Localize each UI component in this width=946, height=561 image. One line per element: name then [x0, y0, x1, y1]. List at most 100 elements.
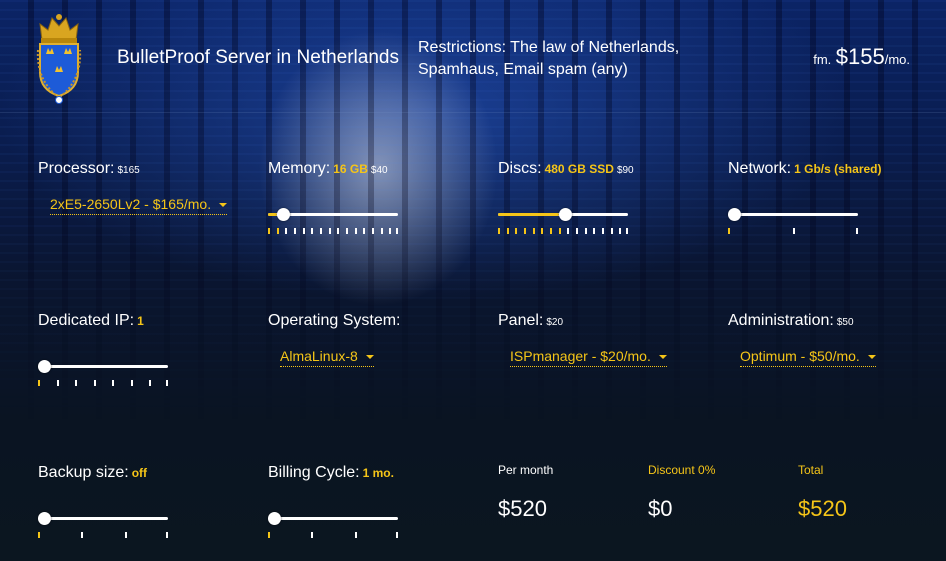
slider-tick: [166, 532, 168, 538]
chevron-down-icon: [219, 203, 228, 208]
slider-tick: [550, 228, 552, 234]
slider-tick: [38, 380, 40, 386]
slider-tick: [276, 228, 279, 234]
processor-price: $165: [117, 165, 140, 176]
slider-tick: [558, 228, 561, 234]
dedicated-ip-slider[interactable]: [38, 360, 170, 389]
processor-label: Processor: $165: [38, 160, 140, 178]
slider-tick: [389, 228, 392, 234]
backup-size-label-text: Backup size:: [38, 464, 129, 481]
slider-tick: [268, 228, 270, 234]
administration-selected: Optimum - $50/mo.: [740, 348, 860, 364]
header-divider: [0, 112, 946, 113]
slider-tick: [619, 228, 622, 234]
operating-system-label: Operating System:: [268, 312, 401, 330]
dedicated-ip-value: 1: [137, 314, 144, 328]
restrictions-text: Restrictions: The law of Netherlands, Sp…: [418, 39, 680, 78]
slider-tick: [856, 228, 858, 234]
slider-tick: [372, 228, 374, 234]
chevron-down-icon: [658, 355, 667, 360]
slider-tick: [380, 228, 383, 234]
slider-tick: [38, 532, 40, 538]
slider-fill: [268, 213, 277, 216]
slider-tick: [311, 228, 314, 234]
slider-track[interactable]: [268, 517, 398, 520]
slider-tick: [626, 228, 628, 234]
slider-tick: [728, 228, 730, 234]
dedicated-ip-label: Dedicated IP: 1: [38, 312, 144, 330]
network-slider[interactable]: [728, 208, 860, 237]
slider-tick: [576, 228, 578, 234]
slider-tick: [93, 380, 96, 386]
slider-tick: [130, 380, 133, 386]
administration-label: Administration: $50: [728, 312, 854, 330]
discount-label: Discount 0%: [648, 463, 716, 477]
processor-dropdown[interactable]: 2xE5-2650Lv2 - $165/mo.: [50, 196, 228, 215]
slider-thumb[interactable]: [38, 512, 51, 525]
panel-label-text: Panel:: [498, 312, 544, 329]
memory-slider[interactable]: [268, 208, 400, 237]
slider-tick: [294, 228, 296, 234]
slider-tick: [396, 228, 398, 234]
slider-tick: [506, 228, 509, 234]
price-suffix: /mo.: [884, 52, 910, 67]
slider-track[interactable]: [38, 517, 168, 520]
slider-track[interactable]: [38, 365, 168, 368]
page-title: BulletProof Server in Netherlands: [117, 47, 399, 68]
slider-tick: [354, 532, 357, 538]
operating-system-selected: AlmaLinux-8: [280, 348, 358, 364]
starting-price: fm. $155/mo.: [813, 44, 910, 70]
slider-tick: [328, 228, 331, 234]
slider-tick: [320, 228, 322, 234]
backup-size-slider[interactable]: [38, 512, 170, 541]
memory-price: $40: [370, 165, 388, 176]
slider-tick: [75, 380, 78, 386]
slider-thumb[interactable]: [558, 208, 572, 221]
slider-tick: [593, 228, 596, 234]
discount-value: $0: [648, 496, 673, 521]
slider-tick: [524, 228, 526, 234]
panel-selected: ISPmanager - $20/mo.: [510, 348, 651, 364]
processor-selected: 2xE5-2650Lv2 - $165/mo.: [50, 196, 212, 212]
processor-label-text: Processor:: [38, 160, 115, 177]
backup-size-value: off: [131, 466, 148, 480]
administration-dropdown[interactable]: Optimum - $50/mo.: [740, 348, 876, 367]
billing-cycle-slider[interactable]: [268, 512, 400, 541]
discs-label-text: Discs:: [498, 160, 542, 177]
slider-tick: [302, 228, 305, 234]
memory-label: Memory: 16 GB $40: [268, 160, 388, 178]
dedicated-ip-label-text: Dedicated IP:: [38, 312, 135, 329]
memory-label-text: Memory:: [268, 160, 331, 177]
slider-tick: [396, 532, 398, 538]
slider-track[interactable]: [728, 213, 858, 216]
slider-thumb[interactable]: [276, 208, 290, 221]
discs-value: 480 GB SSD: [544, 162, 614, 176]
slider-tick: [532, 228, 535, 234]
panel-dropdown[interactable]: ISPmanager - $20/mo.: [510, 348, 667, 367]
backup-size-label: Backup size: off: [38, 464, 147, 482]
slider-tick: [354, 228, 357, 234]
panel-label: Panel: $20: [498, 312, 563, 330]
slider-tick: [112, 380, 115, 386]
total-value: $520: [798, 496, 847, 521]
slider-tick: [268, 532, 270, 538]
per-month-value: $520: [498, 496, 547, 521]
discs-label: Discs: 480 GB SSD $90: [498, 160, 634, 178]
slider-tick: [541, 228, 544, 234]
billing-cycle-label: Billing Cycle: 1 mo.: [268, 464, 394, 482]
slider-thumb[interactable]: [268, 512, 281, 525]
chevron-down-icon: [867, 355, 876, 360]
slider-tick: [311, 532, 314, 538]
panel-price: $20: [546, 317, 564, 328]
slider-tick: [602, 228, 604, 234]
discs-slider[interactable]: [498, 208, 630, 237]
slider-tick: [567, 228, 570, 234]
slider-thumb[interactable]: [728, 208, 741, 221]
discs-price: $90: [616, 165, 634, 176]
slider-thumb[interactable]: [38, 360, 51, 373]
operating-system-dropdown[interactable]: AlmaLinux-8: [280, 348, 374, 367]
operating-system-label-text: Operating System:: [268, 312, 401, 329]
slider-tick: [793, 228, 795, 234]
per-month-label: Per month: [498, 463, 554, 477]
slider-tick: [610, 228, 613, 234]
